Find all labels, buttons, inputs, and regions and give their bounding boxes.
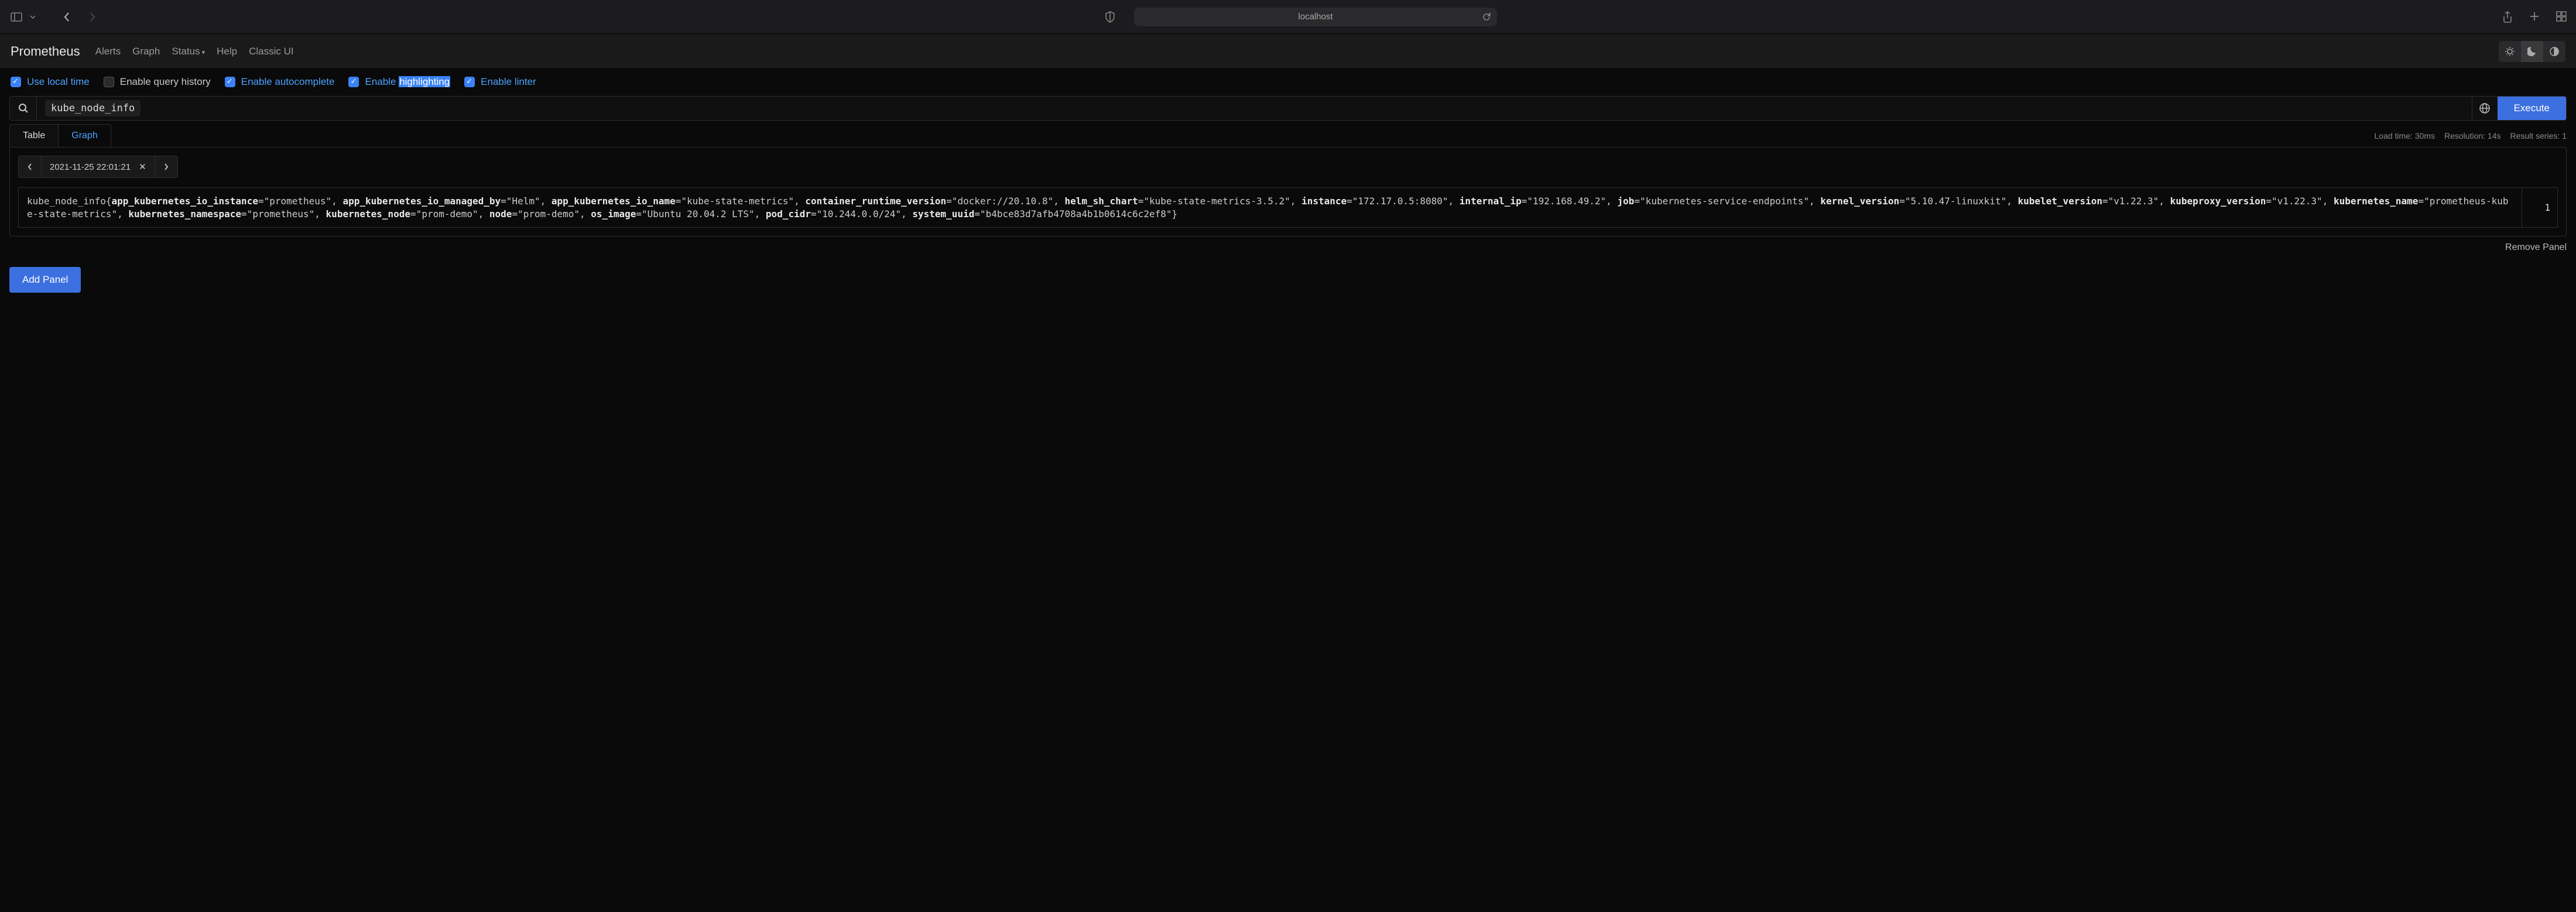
tab-table[interactable]: Table bbox=[9, 124, 59, 147]
url-bar[interactable]: localhost bbox=[1134, 8, 1497, 26]
checkbox-input[interactable] bbox=[104, 77, 114, 87]
result-series: kube_node_info{app_kubernetes_io_instanc… bbox=[19, 188, 2522, 227]
result-row: kube_node_info{app_kubernetes_io_instanc… bbox=[18, 187, 2558, 228]
brand[interactable]: Prometheus bbox=[11, 44, 80, 59]
query-row: kube_node_info Execute bbox=[9, 96, 2567, 121]
checkbox-label: Enable autocomplete bbox=[241, 76, 335, 88]
nav-alerts[interactable]: Alerts bbox=[95, 46, 121, 57]
theme-dark-button[interactable] bbox=[2521, 41, 2543, 62]
privacy-shield-icon[interactable] bbox=[1105, 11, 1115, 23]
checkbox-label: Use local time bbox=[27, 76, 90, 88]
time-field[interactable]: 2021-11-25 22:01:21 ✕ bbox=[41, 156, 155, 177]
time-prev-button[interactable] bbox=[19, 156, 41, 177]
browser-chrome: localhost bbox=[0, 0, 2576, 34]
metrics-explorer-button[interactable] bbox=[10, 97, 37, 120]
query-stats: Load time: 30ms Resolution: 14s Result s… bbox=[2375, 131, 2567, 140]
theme-toggle-group bbox=[2499, 41, 2565, 62]
stat-result-series: Result series: 1 bbox=[2510, 131, 2567, 140]
app-navbar: Prometheus Alerts Graph Status Help Clas… bbox=[0, 34, 2576, 69]
checkbox-use-local-time[interactable]: Use local time bbox=[11, 76, 90, 88]
nav-graph[interactable]: Graph bbox=[132, 46, 160, 57]
checkbox-input[interactable] bbox=[11, 77, 21, 87]
time-picker: 2021-11-25 22:01:21 ✕ bbox=[18, 156, 178, 178]
nav-status[interactable]: Status bbox=[172, 46, 205, 57]
globe-button[interactable] bbox=[2472, 97, 2498, 120]
query-input[interactable] bbox=[37, 97, 2472, 120]
options-bar: Use local time Enable query history Enab… bbox=[0, 69, 2576, 96]
stat-resolution: Resolution: 14s bbox=[2444, 131, 2501, 140]
nav-classic-ui[interactable]: Classic UI bbox=[249, 46, 294, 57]
execute-button[interactable]: Execute bbox=[2498, 97, 2566, 120]
checkbox-query-history[interactable]: Enable query history bbox=[104, 76, 211, 88]
share-icon[interactable] bbox=[2502, 11, 2513, 23]
remove-panel-button[interactable]: Remove Panel bbox=[2505, 242, 2567, 253]
add-panel-button[interactable]: Add Panel bbox=[9, 267, 81, 293]
theme-light-button[interactable] bbox=[2499, 41, 2521, 62]
checkbox-input[interactable] bbox=[348, 77, 359, 87]
nav-forward-icon[interactable] bbox=[85, 10, 100, 24]
theme-auto-button[interactable] bbox=[2543, 41, 2565, 62]
checkbox-label: Enable linter bbox=[481, 76, 536, 88]
nav-back-icon[interactable] bbox=[60, 10, 74, 24]
reload-icon[interactable] bbox=[1482, 12, 1491, 22]
stat-load-time: Load time: 30ms bbox=[2375, 131, 2435, 140]
result-value: 1 bbox=[2522, 188, 2557, 227]
checkbox-autocomplete[interactable]: Enable autocomplete bbox=[225, 76, 335, 88]
sidebar-toggle-icon[interactable] bbox=[9, 10, 23, 24]
tab-graph[interactable]: Graph bbox=[59, 124, 111, 147]
time-value: 2021-11-25 22:01:21 bbox=[50, 162, 131, 172]
tabs-overview-icon[interactable] bbox=[2556, 11, 2567, 23]
nav-help[interactable]: Help bbox=[217, 46, 237, 57]
checkbox-label: Enable highlighting bbox=[365, 76, 450, 88]
checkbox-linter[interactable]: Enable linter bbox=[464, 76, 536, 88]
time-clear-icon[interactable]: ✕ bbox=[139, 162, 146, 172]
chevron-down-icon[interactable] bbox=[29, 10, 36, 24]
panel-body: 2021-11-25 22:01:21 ✕ kube_node_info{app… bbox=[9, 147, 2567, 236]
checkbox-label: Enable query history bbox=[120, 76, 211, 88]
tabs-row: Table Graph Load time: 30ms Resolution: … bbox=[0, 124, 2576, 147]
new-tab-icon[interactable] bbox=[2529, 11, 2540, 23]
time-next-button[interactable] bbox=[155, 156, 177, 177]
url-text: localhost bbox=[1298, 12, 1332, 22]
checkbox-input[interactable] bbox=[225, 77, 235, 87]
checkbox-highlighting[interactable]: Enable highlighting bbox=[348, 76, 450, 88]
checkbox-input[interactable] bbox=[464, 77, 475, 87]
